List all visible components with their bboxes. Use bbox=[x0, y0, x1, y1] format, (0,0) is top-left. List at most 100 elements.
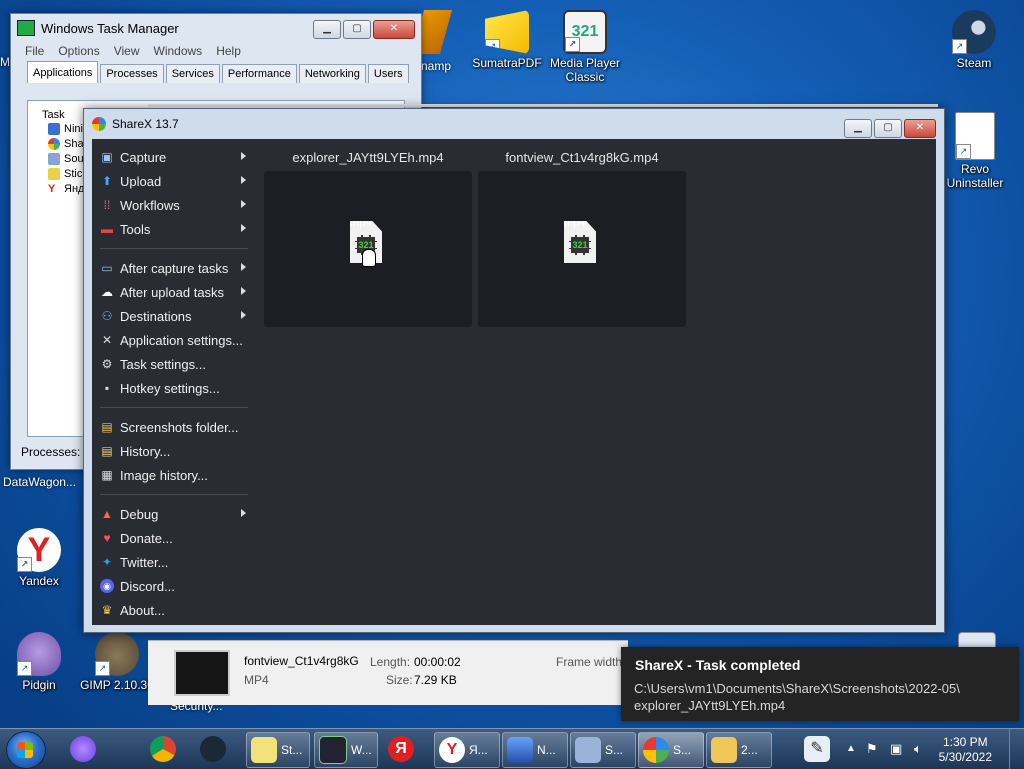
menu-about[interactable]: ♛ About... bbox=[92, 598, 252, 622]
menu-task-settings[interactable]: ⚙ Task settings... bbox=[92, 352, 252, 376]
menu-image-history[interactable]: ▦ Image history... bbox=[92, 463, 252, 487]
menu-view[interactable]: View bbox=[114, 44, 140, 58]
tray-volume-icon[interactable]: 🔈︎ bbox=[914, 741, 922, 757]
desktop-icon-pidgin[interactable]: ↗ Pidgin bbox=[0, 632, 78, 692]
desktop-icon-label: Steam bbox=[956, 56, 992, 70]
desktop-icon-media-player-classic[interactable]: 321 ↗ Media Player Classic bbox=[546, 10, 624, 84]
task-thumbnail[interactable]: fontview_Ct1v4rg8kG.mp4 .mp4 321 bbox=[478, 149, 686, 327]
image-monitor-icon: ▭ bbox=[101, 261, 113, 275]
workflows-grid-icon: ⁞⁞ bbox=[103, 198, 111, 212]
desktop-icon-partial-recycle[interactable] bbox=[958, 632, 996, 647]
menu-after-upload-tasks[interactable]: ☁ After upload tasks bbox=[92, 280, 252, 304]
thumbnail-preview[interactable]: .mp4 321 bbox=[478, 171, 686, 327]
menu-history[interactable]: ▤ History... bbox=[92, 439, 252, 463]
desktop-icon-sumatrapdf[interactable]: ↗ SumatraPDF bbox=[468, 10, 546, 70]
menu-debug[interactable]: ▲ Debug bbox=[92, 502, 252, 526]
close-button[interactable]: ✕ bbox=[373, 20, 415, 39]
taskbar-item-sharex[interactable]: S... bbox=[638, 732, 704, 768]
submenu-arrow-icon bbox=[241, 509, 246, 517]
maximize-button[interactable]: ▢ bbox=[343, 20, 371, 39]
taskbar-clock[interactable]: 1:30 PM 5/30/2022 bbox=[939, 735, 992, 765]
menu-help[interactable]: Help bbox=[216, 44, 241, 58]
tab-networking[interactable]: Networking bbox=[298, 64, 366, 83]
tray-show-hidden-icon[interactable]: ▲ bbox=[846, 743, 856, 754]
taskbar-item-ninite[interactable]: N... bbox=[502, 732, 568, 768]
sharex-client-area: ▣ Capture ⬆ Upload ⁞⁞ Workflows ▬ Tools ▭ Aft… bbox=[92, 139, 936, 625]
taskbar-item-explorer[interactable]: 2... bbox=[706, 732, 772, 768]
tray-flag-icon[interactable]: ⚑ bbox=[866, 741, 878, 757]
details-size-label: Size: bbox=[386, 673, 413, 687]
cloud-upload-icon: ☁ bbox=[101, 285, 113, 299]
desktop-icon-yandex[interactable]: Y ↗ Yandex bbox=[0, 528, 78, 588]
taskbar-pin-steam[interactable] bbox=[196, 732, 236, 766]
menu-destinations[interactable]: ⚇ Destinations bbox=[92, 304, 252, 328]
menu-separator bbox=[100, 248, 248, 249]
file-extension-label: .mp4 bbox=[561, 217, 586, 229]
taskbar-item-sticky-notes[interactable]: St... bbox=[246, 732, 310, 768]
task-thumbnail[interactable]: explorer_JAYtt9LYEh.mp4 .mp4 321 bbox=[264, 149, 472, 327]
steam-icon: ↗ bbox=[952, 10, 996, 54]
close-button[interactable]: ✕ bbox=[904, 119, 936, 138]
taskbar-item-sound[interactable]: S... bbox=[570, 732, 636, 768]
film-clapper-icon: 321 bbox=[569, 235, 591, 255]
tray-network-icon[interactable]: ▣ bbox=[890, 741, 902, 757]
tab-performance[interactable]: Performance bbox=[221, 64, 297, 83]
taskbar-pin-notepad[interactable]: ✎ bbox=[800, 732, 840, 766]
video-thumbnail bbox=[174, 650, 230, 696]
clock-date: 5/30/2022 bbox=[938, 750, 992, 764]
menu-twitter[interactable]: ✦ Twitter... bbox=[92, 550, 252, 574]
menu-workflows[interactable]: ⁞⁞ Workflows bbox=[92, 193, 252, 217]
yandex-icon: Я bbox=[388, 736, 414, 762]
desktop-icon-revo-uninstaller[interactable]: ↗ Revo Uninstaller bbox=[936, 112, 1014, 190]
desktop-icon-label: Yandex bbox=[19, 574, 59, 588]
menu-windows[interactable]: Windows bbox=[154, 44, 203, 58]
menu-discord[interactable]: ◉ Discord... bbox=[92, 574, 252, 598]
maximize-button[interactable]: ▢ bbox=[874, 119, 902, 138]
tab-processes[interactable]: Processes bbox=[100, 64, 164, 83]
show-desktop-button[interactable] bbox=[1009, 729, 1024, 769]
sound-recorder-icon bbox=[575, 737, 601, 763]
menu-capture[interactable]: ▣ Capture bbox=[92, 145, 252, 169]
menu-file[interactable]: File bbox=[25, 44, 44, 58]
desktop-icon-gimp[interactable]: ↗ GIMP 2.10.30 bbox=[78, 632, 156, 692]
taskbar-pin-yandex[interactable]: Я bbox=[384, 732, 426, 766]
taskbar-item-yandex-browser[interactable]: Y Я... bbox=[434, 732, 500, 768]
menu-application-settings[interactable]: ✕ Application settings... bbox=[92, 328, 252, 352]
thumbnail-preview[interactable]: .mp4 321 bbox=[264, 171, 472, 327]
taskbar-pin-alice[interactable] bbox=[66, 732, 106, 766]
gear-icon: ⚙ bbox=[101, 357, 113, 371]
crown-icon: ♛ bbox=[101, 603, 113, 617]
tab-applications[interactable]: Applications bbox=[27, 61, 99, 83]
background-window-frame bbox=[148, 104, 938, 107]
taskbar-pin-chrome[interactable] bbox=[146, 732, 186, 766]
menu-separator bbox=[100, 494, 248, 495]
menu-upload[interactable]: ⬆ Upload bbox=[92, 169, 252, 193]
desktop-icon-label: Revo Uninstaller bbox=[946, 162, 1004, 190]
tab-services[interactable]: Services bbox=[165, 64, 220, 83]
start-button[interactable] bbox=[6, 731, 46, 769]
sharex-icon bbox=[48, 137, 60, 150]
upload-arrow-icon: ⬆ bbox=[101, 174, 113, 188]
desktop-icon-label: GIMP 2.10.30 bbox=[80, 678, 154, 692]
sharex-titlebar[interactable]: ShareX 13.7 bbox=[84, 109, 944, 139]
shortcut-arrow-icon: ↗ bbox=[952, 39, 967, 54]
menu-options[interactable]: Options bbox=[58, 44, 99, 58]
desktop-icon-label: Media Player Classic bbox=[549, 56, 621, 84]
menu-after-capture-tasks[interactable]: ▭ After capture tasks bbox=[92, 256, 252, 280]
taskbar-item-task-manager[interactable]: W... bbox=[314, 732, 378, 768]
sticky-notes-icon bbox=[48, 167, 60, 180]
sharex-icon bbox=[643, 737, 669, 763]
minimize-button[interactable]: ▁ bbox=[313, 20, 341, 39]
discord-icon: ◉ bbox=[100, 579, 114, 593]
tab-users[interactable]: Users bbox=[367, 64, 409, 83]
minimize-button[interactable]: ▁ bbox=[844, 119, 872, 138]
desktop-icon-steam[interactable]: ↗ Steam bbox=[935, 10, 1013, 70]
task-completed-notification[interactable]: ShareX - Task completed C:\Users\vm1\Doc… bbox=[621, 647, 1019, 721]
menu-hotkey-settings[interactable]: ▪ Hotkey settings... bbox=[92, 376, 252, 400]
task-manager-menubar: File Options View Windows Help bbox=[11, 42, 421, 60]
ninite-icon bbox=[48, 122, 60, 135]
menu-tools[interactable]: ▬ Tools bbox=[92, 217, 252, 241]
task-manager-icon bbox=[319, 736, 347, 764]
menu-donate[interactable]: ♥ Donate... bbox=[92, 526, 252, 550]
menu-screenshots-folder[interactable]: ▤ Screenshots folder... bbox=[92, 415, 252, 439]
